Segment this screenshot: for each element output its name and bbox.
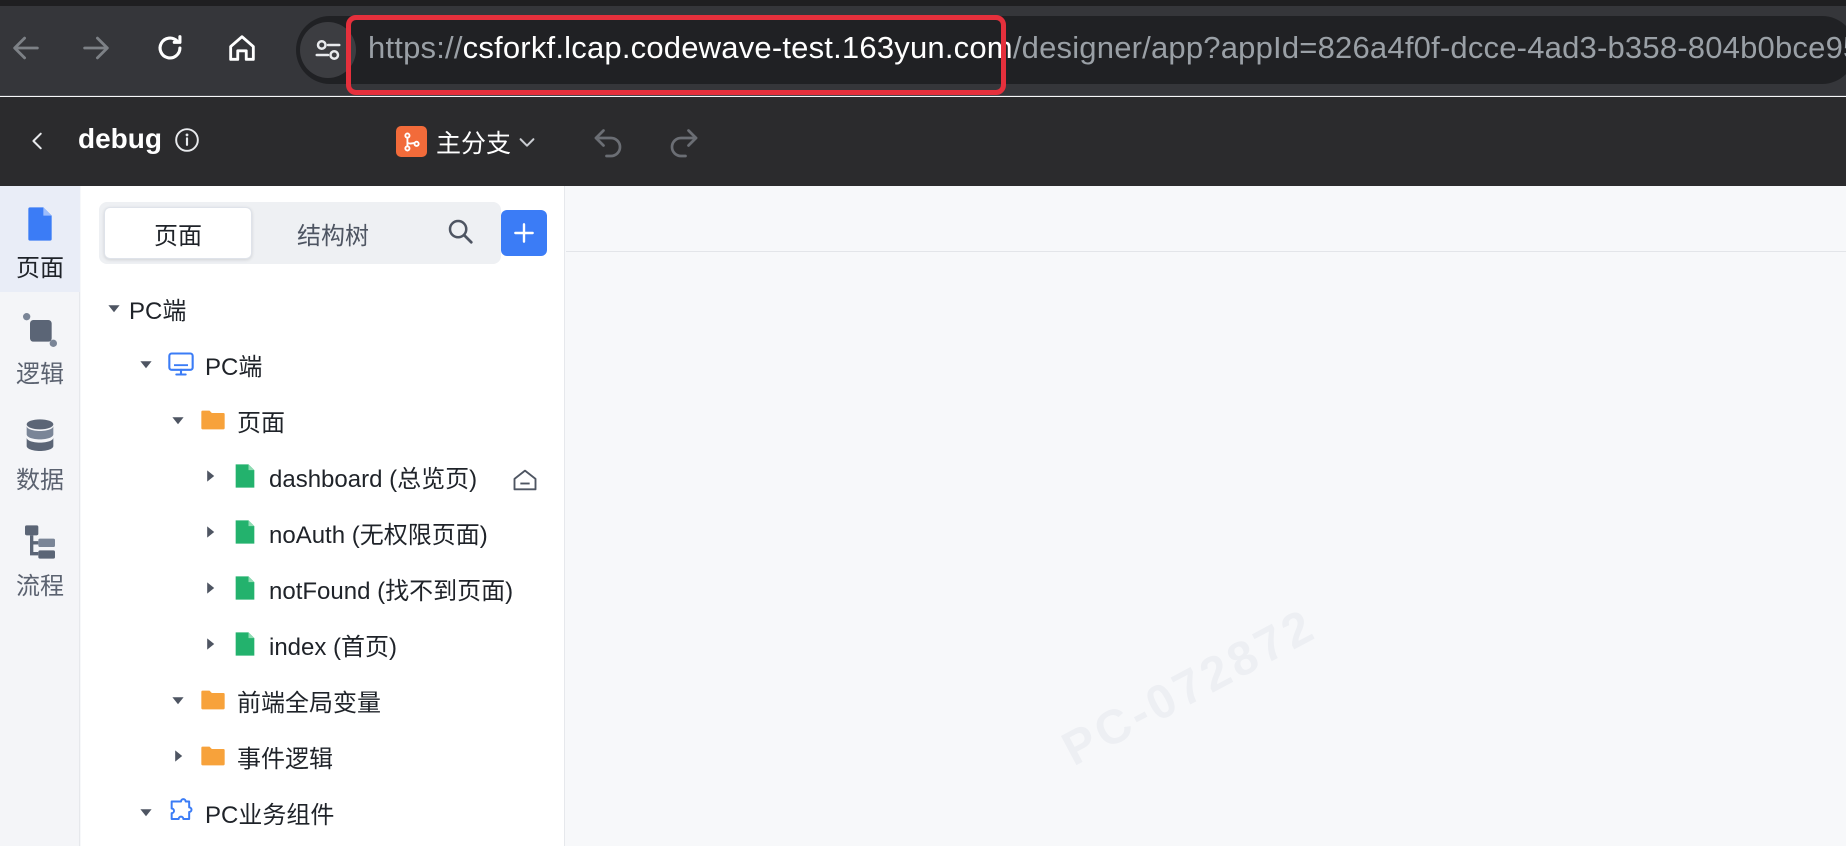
tree-node-label: PC业务组件 (205, 801, 335, 829)
caret-down-icon[interactable] (135, 353, 157, 375)
folder-icon (199, 686, 227, 714)
home-page-icon[interactable] (511, 466, 539, 494)
tree-node-label: index (首页) (269, 633, 398, 661)
caret-down-icon[interactable] (135, 801, 157, 823)
browser-toolbar: https://csforkf.lcap.codewave-test.163yu… (0, 0, 1846, 96)
caret-right-icon[interactable] (199, 577, 221, 599)
logic-icon (23, 313, 57, 347)
monitor-icon (167, 350, 195, 378)
page-tree-panel: 页面 结构树 PC端 PC端 页面 dashboard (总览页) noAuth… (81, 186, 565, 846)
puzzle-icon (167, 798, 195, 826)
branch-icon[interactable] (396, 126, 427, 157)
page-file-icon (231, 574, 259, 602)
caret-right-icon[interactable] (199, 465, 221, 487)
page-file-icon (231, 630, 259, 658)
url-path: /designer/app?appId=826a4f0f-dcce-4ad3-b… (1012, 30, 1846, 65)
undo-icon[interactable] (590, 123, 626, 159)
tree-node-event-logic[interactable]: 事件逻辑 (167, 734, 333, 778)
chevron-left-icon[interactable] (18, 121, 58, 161)
tree-node-label: dashboard (总览页) (269, 465, 478, 493)
home-icon[interactable] (212, 18, 272, 78)
caret-down-icon[interactable] (167, 689, 189, 711)
plus-icon (514, 223, 534, 243)
tree-node-notfound[interactable]: notFound (找不到页面) (199, 566, 513, 610)
design-canvas[interactable] (566, 186, 1846, 846)
search-icon[interactable] (445, 216, 481, 252)
rail-item-pages[interactable]: 页面 (0, 186, 80, 292)
tree-node-pages-folder[interactable]: 页面 (167, 398, 285, 442)
rail-item-label: 页面 (16, 255, 64, 282)
app-name: debug (78, 123, 162, 154)
folder-icon (199, 742, 227, 770)
caret-right-icon[interactable] (199, 633, 221, 655)
tree-node-label: 事件逻辑 (237, 745, 333, 773)
tab-pages[interactable]: 页面 (104, 207, 252, 259)
caret-down-icon[interactable] (103, 297, 125, 319)
tree-node-label: 页面 (237, 409, 285, 437)
tree-node-global-vars[interactable]: 前端全局变量 (167, 678, 381, 722)
tree-node-pc-components[interactable]: PC业务组件 (135, 790, 334, 834)
page-file-icon (231, 518, 259, 546)
page-icon (28, 207, 52, 241)
tree-node-dashboard[interactable]: dashboard (总览页) (199, 454, 563, 498)
tree-node-pc-root[interactable]: PC端 (103, 286, 186, 330)
app-header: debug 主分支 (0, 97, 1846, 186)
tree-node-pc[interactable]: PC端 (135, 342, 262, 386)
canvas-toolbar (566, 186, 1846, 252)
tree-node-index[interactable]: index (首页) (199, 622, 397, 666)
rail-item-label: 流程 (16, 573, 64, 600)
left-rail: 页面 逻辑 数据 流程 (0, 186, 80, 846)
rail-item-data[interactable]: 数据 (0, 398, 80, 504)
tree-node-noauth[interactable]: noAuth (无权限页面) (199, 510, 488, 554)
back-arrow-icon[interactable] (0, 18, 56, 78)
chevron-down-icon[interactable] (516, 131, 538, 153)
info-icon[interactable] (174, 127, 200, 153)
tree-node-label: PC端 (205, 353, 263, 381)
tree-node-label: 前端全局变量 (237, 689, 381, 717)
database-icon (26, 419, 54, 451)
branch-selector[interactable]: 主分支 (436, 124, 511, 160)
rail-item-label: 数据 (16, 467, 64, 494)
tab-structure-tree[interactable]: 结构树 (259, 207, 407, 259)
folder-icon (199, 406, 227, 434)
forward-arrow-icon[interactable] (66, 18, 126, 78)
tree-node-label: notFound (找不到页面) (269, 577, 514, 605)
rail-item-logic[interactable]: 逻辑 (0, 292, 80, 398)
page-file-icon (231, 462, 259, 490)
add-button[interactable] (501, 210, 547, 256)
redo-icon[interactable] (666, 123, 702, 159)
reload-icon[interactable] (140, 18, 200, 78)
caret-right-icon[interactable] (167, 745, 189, 767)
url-highlight-box (346, 15, 1006, 95)
caret-right-icon[interactable] (199, 521, 221, 543)
rail-item-flow[interactable]: 流程 (0, 504, 80, 610)
tree-node-label: noAuth (无权限页面) (269, 521, 488, 549)
panel-tab-switch: 页面 结构树 (99, 202, 501, 264)
tree-node-label: PC端 (129, 297, 187, 325)
flow-icon (25, 525, 55, 559)
rail-item-label: 逻辑 (16, 361, 64, 388)
caret-down-icon[interactable] (167, 409, 189, 431)
